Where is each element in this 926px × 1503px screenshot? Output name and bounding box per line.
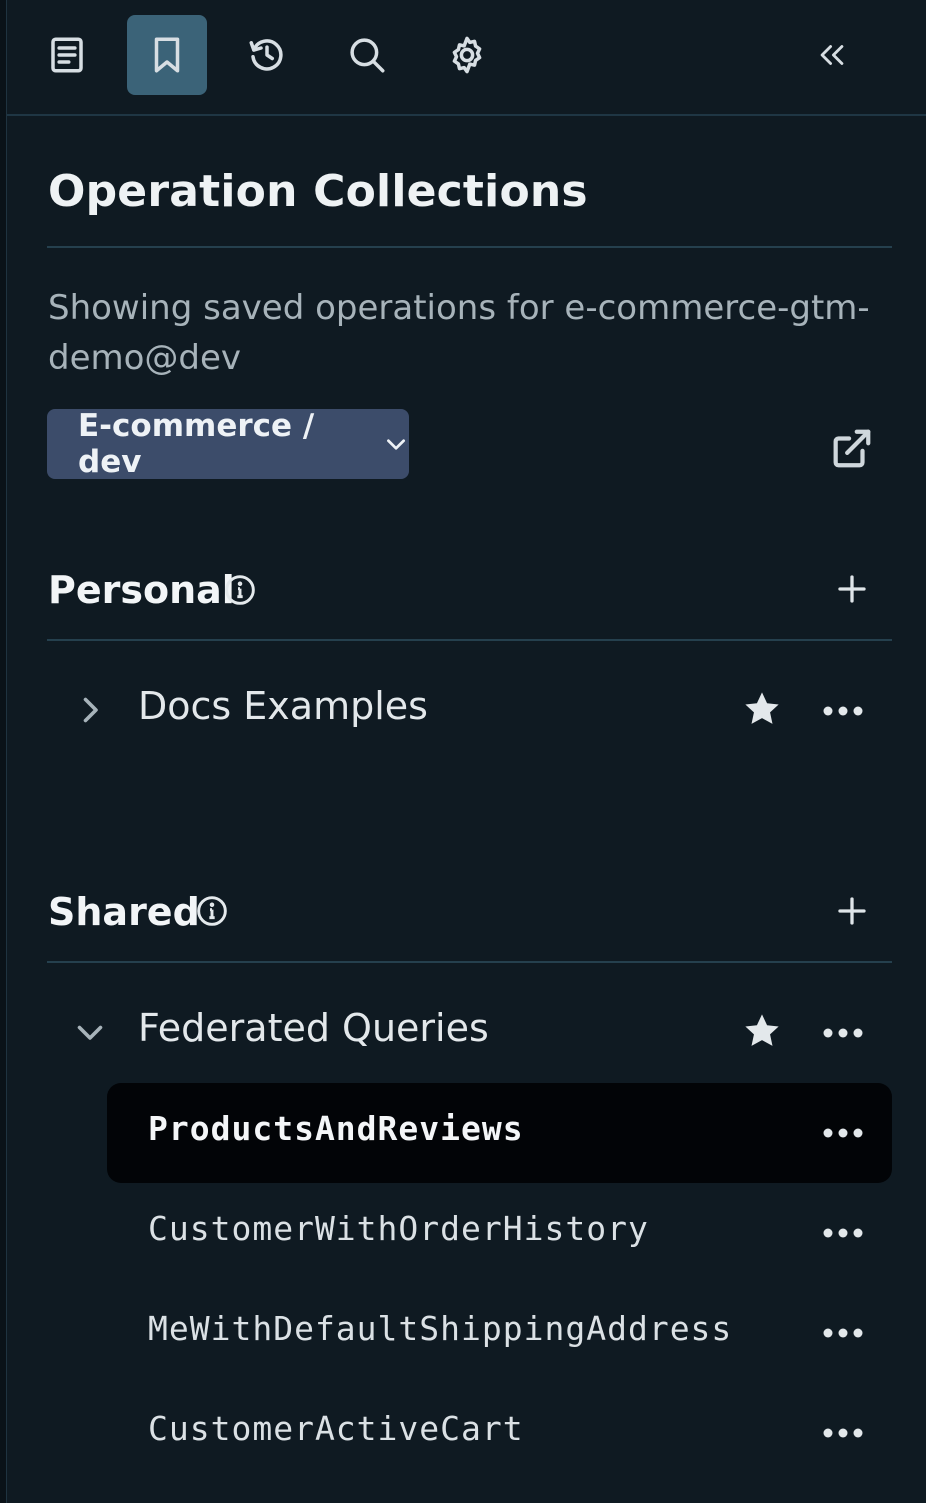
favorite-button[interactable] [741,688,783,730]
gear-icon [452,36,482,74]
star-icon [745,692,779,724]
plus-icon [838,575,866,603]
external-link-icon [833,429,871,468]
bookmark-icon [154,37,180,73]
shared-divider [47,961,892,963]
left-border [0,0,7,1503]
collections-tab[interactable] [127,15,207,95]
shared-info-icon[interactable] [196,895,228,927]
toolbar [7,0,926,116]
collection-menu-button[interactable] [822,1023,864,1043]
collapse-sidebar-button[interactable] [792,15,872,95]
expand-toggle[interactable] [72,692,108,728]
collection-row-federated-queries[interactable]: Federated Queries [47,992,892,1072]
operation-name: CustomerActiveCart [148,1409,524,1448]
collection-menu-button[interactable] [822,701,864,721]
shared-heading: Shared [48,890,200,934]
document-icon [51,37,83,73]
settings-tab[interactable] [427,15,507,95]
operation-menu-button[interactable] [822,1223,864,1243]
graph-selector-label: E-commerce / dev [78,408,315,480]
star-icon [745,1014,779,1046]
info-icon [225,575,255,605]
operation-name: ProductsAndReviews [148,1109,524,1148]
operation-menu-button[interactable] [822,1123,864,1143]
operation-menu-button[interactable] [822,1423,864,1443]
info-icon [197,896,227,926]
personal-heading: Personal [48,568,235,612]
operation-name: MeWithDefaultShippingAddress [148,1309,733,1348]
search-icon [350,38,385,73]
chevron-down-icon [77,1025,103,1040]
open-external-button[interactable] [828,426,874,472]
favorite-button[interactable] [741,1010,783,1052]
more-horizontal-icon [823,706,863,716]
history-tab[interactable] [227,15,307,95]
operation-row-customer-active-cart[interactable]: CustomerActiveCart [107,1383,892,1483]
operation-menu-button[interactable] [822,1323,864,1343]
collection-name: Docs Examples [138,684,428,728]
collection-row-docs-examples[interactable]: Docs Examples [47,670,892,750]
chevron-right-icon [83,697,98,723]
personal-divider [47,639,892,641]
operation-row-customer-with-order-history[interactable]: CustomerWithOrderHistory [107,1183,892,1283]
collection-name: Federated Queries [138,1006,489,1050]
graph-selector[interactable]: E-commerce / dev [47,408,409,480]
expand-toggle[interactable] [72,1014,108,1050]
search-tab[interactable] [327,15,407,95]
chevron-down-icon [387,439,405,450]
docs-tab[interactable] [27,15,107,95]
page-title: Operation Collections [48,166,588,217]
more-horizontal-icon [823,1028,863,1038]
double-chevron-left-icon [820,45,844,65]
more-horizontal-icon [823,1228,863,1238]
title-divider [47,246,892,248]
plus-icon [838,897,866,925]
more-horizontal-icon [823,1128,863,1138]
operation-name: CustomerWithOrderHistory [148,1209,649,1248]
more-horizontal-icon [823,1328,863,1338]
operation-row-products-and-reviews[interactable]: ProductsAndReviews [107,1083,892,1183]
description-text: Showing saved operations for e-commerce-… [48,288,870,378]
operation-row-me-with-default-shipping-address[interactable]: MeWithDefaultShippingAddress [107,1283,892,1383]
add-shared-collection-button[interactable] [834,893,870,929]
history-icon [249,39,283,71]
add-personal-collection-button[interactable] [834,571,870,607]
more-horizontal-icon [823,1428,863,1438]
personal-info-icon[interactable] [224,574,256,606]
